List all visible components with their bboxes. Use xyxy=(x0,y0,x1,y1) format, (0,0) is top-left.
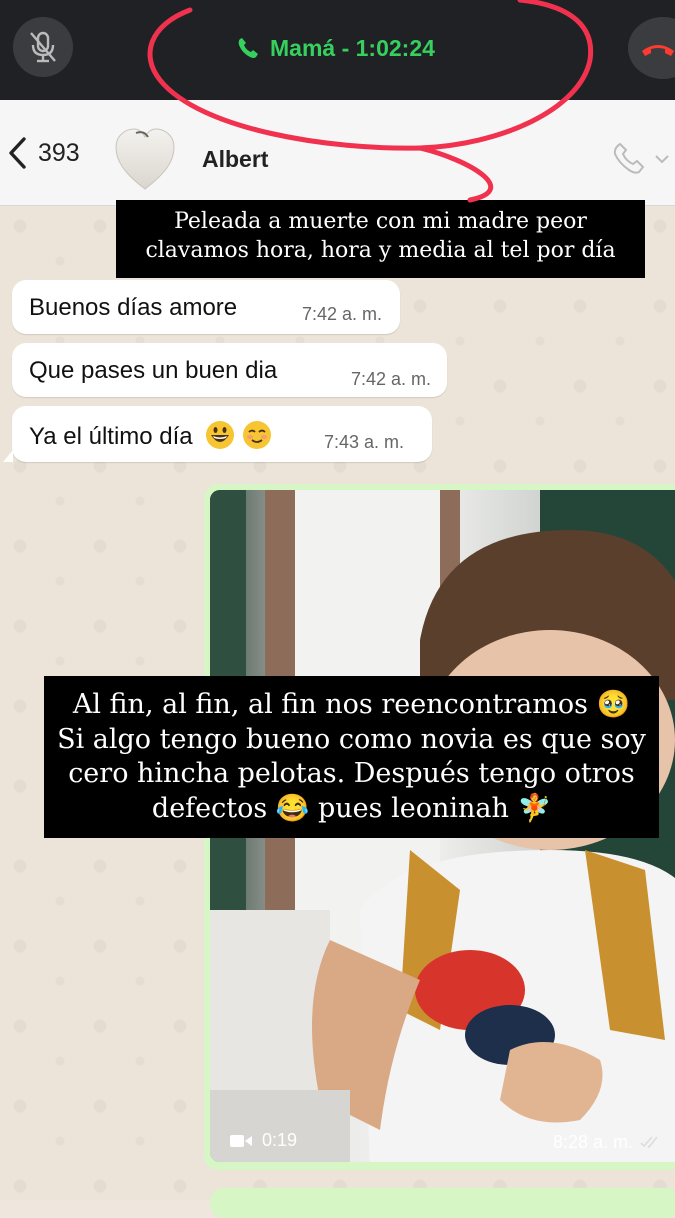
message-bubble[interactable]: Buenos días amore 7:42 a. m. xyxy=(12,280,400,334)
message-text: Buenos días amore xyxy=(29,294,238,321)
overlay-caption-top: Peleada a muerte con mi madre peor clava… xyxy=(116,200,645,278)
call-banner[interactable]: Mamá - 1:02:24 xyxy=(0,0,675,100)
mute-button[interactable] xyxy=(13,17,73,77)
bubble-tail xyxy=(3,450,13,462)
message-time: 7:42 a. m. xyxy=(351,369,432,389)
caption-line: Al fin, al fin, al fin nos reencontramos… xyxy=(72,689,631,720)
video-duration-text: 0:19 xyxy=(262,1130,298,1150)
phone-icon xyxy=(613,142,669,174)
chat-header: 393 Albert xyxy=(0,100,675,206)
message-bubble[interactable]: Ya el último día 7:43 a. m. xyxy=(12,406,432,462)
voice-call-button[interactable] xyxy=(612,140,672,185)
call-status[interactable]: Mamá - 1:02:24 xyxy=(236,30,435,66)
double-check-icon xyxy=(640,1136,658,1149)
next-message-bubble[interactable] xyxy=(210,1188,675,1218)
phone-icon xyxy=(238,38,258,58)
unread-count: 393 xyxy=(38,138,80,167)
smiling-face-icon xyxy=(242,421,271,449)
contact-name[interactable]: Albert xyxy=(202,146,268,173)
chevron-left-icon xyxy=(9,137,26,169)
phone-hangup-icon xyxy=(642,45,674,56)
overlay-caption-middle: Al fin, al fin, al fin nos reencontramos… xyxy=(44,676,659,838)
video-camera-icon xyxy=(230,1134,252,1147)
video-duration: 0:19 xyxy=(230,1130,297,1151)
message-time: 7:43 a. m. xyxy=(324,432,405,452)
back-button[interactable]: 393 xyxy=(6,136,80,170)
message-time: 7:42 a. m. xyxy=(302,304,383,324)
grinning-face-icon xyxy=(206,421,235,449)
caption-line: defectos 😂 pues leoninah 🧚 xyxy=(151,792,552,824)
mic-off-icon xyxy=(30,31,56,63)
message-text: Ya el último día xyxy=(29,420,272,451)
caption-line: cero hincha pelotas. Después tengo otros xyxy=(68,758,635,790)
end-call-button[interactable] xyxy=(628,17,675,79)
heart-avatar-icon xyxy=(115,128,175,190)
video-message-time: 8:28 a. m. xyxy=(553,1132,664,1153)
caption-line: clavamos hora, hora y media al tel por d… xyxy=(145,238,616,264)
message-text: Que pases un buen dia xyxy=(29,357,278,384)
call-title: Mamá - 1:02:24 xyxy=(270,34,435,61)
caption-line: Peleada a muerte con mi madre peor xyxy=(174,209,587,234)
caption-line: Si algo tengo bueno como novia es que so… xyxy=(57,723,646,755)
message-bubble[interactable]: Que pases un buen dia 7:42 a. m. xyxy=(12,343,447,397)
avatar[interactable] xyxy=(114,127,176,193)
